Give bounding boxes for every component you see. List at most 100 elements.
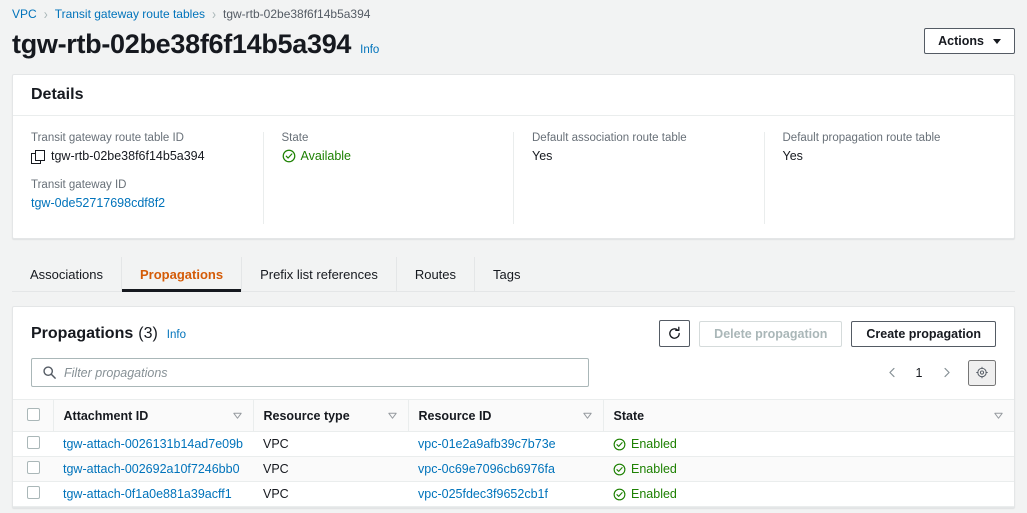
chevron-left-icon: [888, 367, 895, 378]
page-title: tgw-rtb-02be38f6f14b5a394: [12, 29, 352, 59]
resource-type-text: VPC: [263, 437, 289, 451]
propagations-table-head: Attachment ID Resource type Resource ID …: [13, 399, 1014, 432]
status-text: Available: [300, 149, 352, 163]
pagination-prev-button[interactable]: [879, 360, 905, 386]
search-box[interactable]: [31, 358, 589, 387]
tab-routes[interactable]: Routes: [397, 257, 476, 291]
details-column-1: Transit gateway route table ID tgw-rtb-0…: [13, 132, 264, 224]
details-card-header: Details: [13, 75, 1014, 116]
refresh-button[interactable]: [659, 320, 691, 347]
state-badge: Enabled: [613, 437, 677, 451]
cell-resource-type: VPC: [253, 456, 408, 482]
check-circle-icon: [613, 463, 626, 475]
state-badge: Enabled: [613, 487, 677, 501]
create-propagation-button[interactable]: Create propagation: [851, 320, 996, 347]
copy-icon[interactable]: [31, 149, 45, 164]
detail-value-text: tgw-rtb-02be38f6f14b5a394: [51, 149, 205, 163]
detail-label: Transit gateway ID: [31, 179, 127, 191]
attachment-id-link[interactable]: tgw-attach-0026131b14ad7e09b: [63, 437, 243, 451]
status-badge: Available: [282, 149, 496, 163]
propagations-info-link[interactable]: Info: [167, 329, 186, 341]
column-label: State: [613, 408, 645, 423]
cell-resource-type: VPC: [253, 481, 408, 507]
column-header-state[interactable]: State: [602, 399, 1014, 432]
column-header-attachment-id[interactable]: Attachment ID: [52, 399, 253, 432]
propagations-table: Attachment ID Resource type Resource ID …: [13, 399, 1014, 507]
select-all-checkbox[interactable]: [27, 407, 40, 421]
details-column-2: State Available: [264, 132, 514, 224]
row-checkbox[interactable]: [27, 436, 40, 449]
detail-label: Default association route table: [532, 132, 687, 144]
table-row[interactable]: tgw-attach-0f1a0e881a39acff1 VPC vpc-025…: [13, 481, 1014, 507]
row-select-cell: [13, 431, 53, 457]
detail-field-state: State Available: [282, 132, 496, 163]
detail-field-default-association: Default association route table Yes: [532, 132, 746, 163]
tab-prefix-list-references[interactable]: Prefix list references: [242, 257, 397, 291]
sort-icon: [994, 412, 1003, 419]
detail-value: tgw-rtb-02be38f6f14b5a394: [31, 149, 245, 164]
delete-propagation-button[interactable]: Delete propagation: [699, 320, 843, 347]
table-row[interactable]: tgw-attach-0026131b14ad7e09b VPC vpc-01e…: [13, 431, 1014, 457]
table-header-row: Attachment ID Resource type Resource ID …: [13, 399, 1014, 432]
chevron-right-icon: [943, 367, 950, 378]
search-input[interactable]: [32, 359, 588, 386]
table-settings-button[interactable]: [968, 359, 996, 386]
row-checkbox[interactable]: [27, 486, 40, 499]
detail-value-text: Yes: [782, 149, 803, 163]
resource-type-text: VPC: [263, 462, 289, 476]
cell-resource-id: vpc-01e2a9afb39c7b73e: [408, 431, 603, 457]
propagations-count: (3): [138, 324, 158, 342]
search-icon: [43, 366, 56, 379]
detail-label: Transit gateway route table ID: [31, 132, 184, 144]
resource-id-link[interactable]: vpc-0c69e7096cb6976fa: [418, 462, 555, 476]
detail-label: Default propagation route table: [782, 132, 941, 144]
tab-propagations[interactable]: Propagations: [121, 257, 243, 292]
breadcrumb-item-vpc[interactable]: VPC: [12, 7, 37, 21]
column-header-resource-type[interactable]: Resource type: [252, 399, 408, 432]
details-body: Transit gateway route table ID tgw-rtb-0…: [13, 116, 1014, 238]
pagination-next-button[interactable]: [933, 360, 959, 386]
actions-button-label: Actions: [938, 34, 984, 48]
check-circle-icon: [282, 149, 295, 163]
column-label: Resource type: [263, 408, 350, 423]
resource-id-link[interactable]: vpc-025fdec3f9652cb1f: [418, 487, 548, 501]
pagination-page-1[interactable]: 1: [908, 366, 930, 380]
detail-field-route-table-id: Transit gateway route table ID tgw-rtb-0…: [31, 132, 245, 164]
cell-attachment-id: tgw-attach-002692a10f7246bb0: [53, 456, 253, 482]
column-label: Resource ID: [418, 408, 492, 423]
actions-button[interactable]: Actions: [924, 28, 1015, 54]
details-column-3: Default association route table Yes: [514, 132, 765, 224]
attachment-id-link[interactable]: tgw-attach-002692a10f7246bb0: [63, 462, 240, 476]
row-checkbox[interactable]: [27, 461, 40, 474]
breadcrumb-item-current: tgw-rtb-02be38f6f14b5a394: [223, 7, 371, 21]
state-text: Enabled: [631, 462, 677, 476]
page-root: VPC › Transit gateway route tables › tgw…: [0, 0, 1027, 513]
breadcrumb-item-transit-gateway-route-tables[interactable]: Transit gateway route tables: [55, 7, 205, 21]
detail-value-link[interactable]: tgw-0de52717698cdf8f2: [31, 196, 245, 210]
cell-state: Enabled: [603, 456, 1014, 482]
state-text: Enabled: [631, 437, 677, 451]
refresh-icon: [669, 326, 681, 339]
page-title-wrap: tgw-rtb-02be38f6f14b5a394 Info: [12, 28, 379, 60]
tab-associations[interactable]: Associations: [12, 257, 122, 291]
cell-state: Enabled: [603, 431, 1014, 457]
resource-id-link[interactable]: vpc-01e2a9afb39c7b73e: [418, 437, 556, 451]
tab-label: Tags: [493, 267, 521, 282]
tab-label: Prefix list references: [260, 267, 378, 282]
table-row[interactable]: tgw-attach-002692a10f7246bb0 VPC vpc-0c6…: [13, 456, 1014, 482]
tab-tags[interactable]: Tags: [475, 257, 538, 291]
column-header-resource-id[interactable]: Resource ID: [407, 399, 603, 432]
tabs-wrap: Associations Propagations Prefix list re…: [12, 257, 1015, 292]
attachment-id-link[interactable]: tgw-attach-0f1a0e881a39acff1: [63, 487, 232, 501]
detail-value-text: Yes: [532, 149, 553, 163]
row-select-cell: [13, 456, 53, 482]
cell-attachment-id: tgw-attach-0f1a0e881a39acff1: [53, 481, 253, 507]
chevron-down-icon: [993, 38, 1001, 44]
title-info-link[interactable]: Info: [360, 44, 379, 56]
propagations-card: Propagations (3) Info Delete propagation…: [12, 306, 1015, 508]
page-header: tgw-rtb-02be38f6f14b5a394 Info Actions: [0, 22, 1027, 74]
row-select-cell: [13, 481, 53, 507]
detail-field-default-propagation: Default propagation route table Yes: [783, 132, 997, 163]
breadcrumb-separator: ›: [43, 5, 48, 23]
sort-icon: [387, 412, 397, 419]
